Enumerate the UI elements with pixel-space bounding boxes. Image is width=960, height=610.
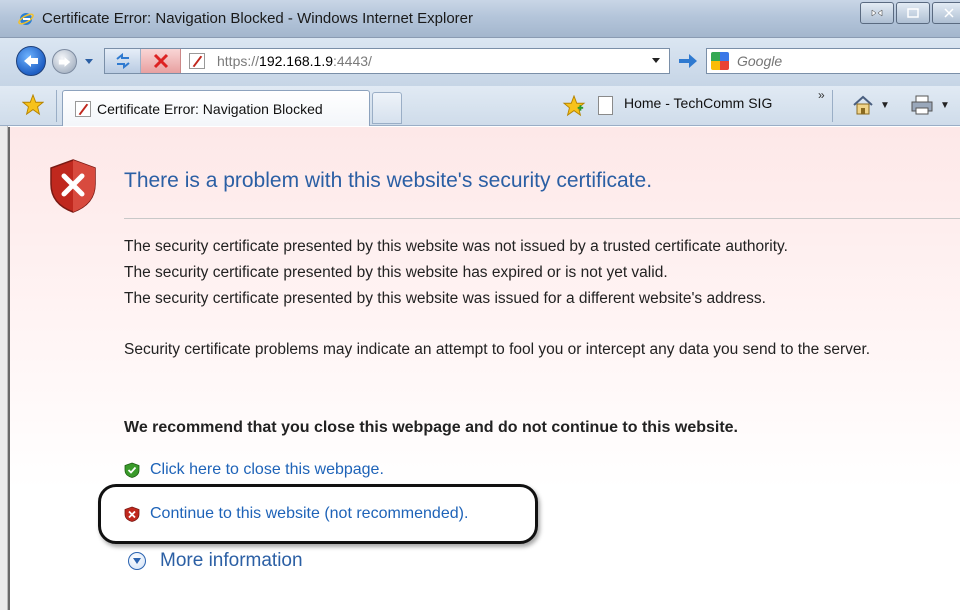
- window-left-border: [0, 126, 8, 610]
- error-shield-icon: [50, 159, 96, 213]
- refresh-button[interactable]: [105, 49, 141, 73]
- address-bar[interactable]: https://192.168.1.9:4443/: [104, 48, 670, 74]
- warning-text: Security certificate problems may indica…: [124, 341, 871, 358]
- more-information-link[interactable]: More information: [160, 550, 303, 572]
- reason-item: The security certificate presented by th…: [124, 264, 668, 281]
- new-tab-button[interactable]: [372, 92, 402, 124]
- window-controls: [860, 2, 960, 24]
- tab-bar: Certificate Error: Navigation Blocked Ho…: [0, 86, 960, 126]
- close-button[interactable]: [932, 2, 960, 24]
- stop-icon: [153, 53, 168, 69]
- links-overflow-chevron[interactable]: »: [818, 88, 825, 102]
- search-box[interactable]: [706, 48, 960, 74]
- url-suffix: :4443/: [333, 53, 372, 69]
- recommendation-text: We recommend that you close this webpage…: [124, 419, 738, 436]
- forward-arrow-icon: [58, 56, 71, 67]
- favorites-link-home[interactable]: Home - TechComm SIG: [624, 95, 772, 111]
- minimize-icon: [871, 9, 883, 17]
- go-arrow-icon[interactable]: [676, 50, 700, 72]
- search-input[interactable]: [737, 52, 957, 70]
- page-favicon-icon: [189, 53, 205, 69]
- close-webpage-link[interactable]: Click here to close this webpage.: [150, 461, 384, 479]
- tab-certificate-error[interactable]: Certificate Error: Navigation Blocked: [62, 90, 370, 126]
- back-arrow-icon: [24, 55, 38, 67]
- heading-divider: [124, 218, 960, 219]
- history-dropdown-icon[interactable]: [84, 58, 94, 66]
- tab-label: Certificate Error: Navigation Blocked: [97, 101, 323, 117]
- home-dropdown-icon[interactable]: ▼: [880, 100, 890, 111]
- tab-favicon-icon: [75, 101, 91, 117]
- favorites-star-icon[interactable]: [22, 94, 44, 116]
- print-dropdown-icon[interactable]: ▼: [940, 100, 950, 111]
- url-host: 192.168.1.9: [259, 53, 333, 69]
- expand-chevron-icon: [128, 552, 146, 570]
- continue-website-link[interactable]: Continue to this website (not recommende…: [150, 505, 468, 523]
- refresh-icon: [115, 53, 130, 69]
- page-heading: There is a problem with this website's s…: [124, 169, 653, 192]
- minimize-button[interactable]: [860, 2, 894, 24]
- page-icon: [598, 96, 613, 115]
- warning-shield-icon: [124, 506, 140, 522]
- toolbar-separator: [832, 90, 833, 122]
- address-dropdown-icon[interactable]: [651, 57, 661, 65]
- home-icon[interactable]: [852, 94, 874, 116]
- maximize-button[interactable]: [896, 2, 930, 24]
- url-text: https://192.168.1.9:4443/: [217, 53, 372, 69]
- internet-explorer-icon: [18, 13, 34, 25]
- window-title: Certificate Error: Navigation Blocked - …: [42, 10, 474, 27]
- url-prefix: https://: [217, 53, 260, 69]
- certificate-error-page: There is a problem with this website's s…: [8, 127, 960, 610]
- more-information-toggle[interactable]: More information: [128, 550, 303, 572]
- tab-separator: [56, 90, 57, 122]
- reason-item: The security certificate presented by th…: [124, 290, 766, 307]
- back-button[interactable]: [16, 46, 46, 76]
- navigation-bar: https://192.168.1.9:4443/: [0, 38, 960, 86]
- close-icon: [944, 8, 954, 18]
- title-bar: Certificate Error: Navigation Blocked - …: [0, 0, 960, 38]
- stop-button[interactable]: [141, 49, 181, 73]
- close-webpage-option[interactable]: Click here to close this webpage.: [124, 461, 384, 479]
- google-icon: [711, 52, 729, 70]
- reason-item: The security certificate presented by th…: [124, 238, 788, 255]
- add-favorite-star-icon[interactable]: [562, 95, 586, 117]
- print-icon[interactable]: [910, 94, 934, 116]
- forward-button[interactable]: [52, 49, 77, 74]
- safe-shield-icon: [124, 462, 140, 478]
- reason-list: The security certificate presented by th…: [124, 234, 960, 312]
- maximize-icon: [907, 8, 919, 18]
- continue-website-option[interactable]: Continue to this website (not recommende…: [124, 505, 468, 523]
